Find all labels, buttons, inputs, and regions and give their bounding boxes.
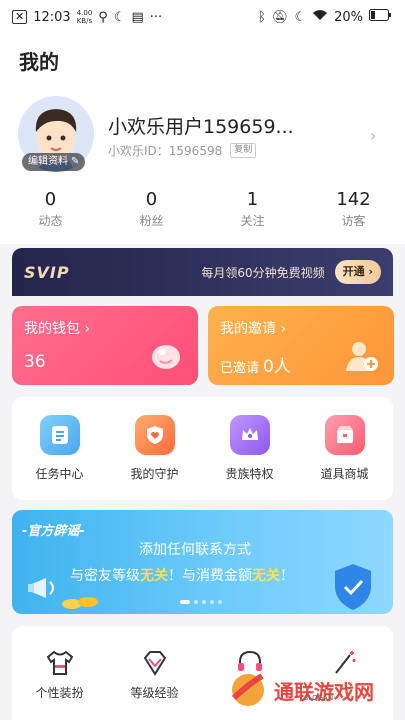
battery-percent: 20% [334, 9, 363, 25]
status-bar: ✕ 12:03 4.00 KB/s ⚲ ☾ ▤ ··· ᛒ 🔕︎ ☾ 20% [0, 0, 405, 34]
carousel-indicator [180, 600, 222, 604]
chevron-right-icon[interactable]: › [370, 126, 376, 145]
site-watermark: 通联游戏网 SLOGAN [226, 668, 374, 712]
invite-count: 0人 [263, 357, 291, 377]
stat-fans[interactable]: 0 粉丝 [101, 189, 202, 229]
carousel-dot[interactable] [210, 600, 214, 604]
usb-icon: ⚲ [98, 9, 108, 25]
tshirt-icon [12, 648, 107, 678]
banner-line-1: 添加任何联系方式 [139, 542, 251, 558]
stats-row: 0 动态 0 粉丝 1 关注 142 访客 [0, 189, 405, 229]
feature-level-exp[interactable]: 等级经验 [107, 648, 202, 720]
wifi-icon [312, 9, 328, 25]
page-title: 我的 [19, 50, 59, 74]
network-speed: 4.00 KB/s [76, 9, 93, 25]
bean-icon [148, 341, 184, 377]
profile-section: 我的 编辑资料 ✎ 小欢乐用户159659... 小欢乐ID：1596598 复… [0, 34, 405, 244]
more-icon: ··· [149, 9, 163, 25]
svip-open-button[interactable]: 开通 › [334, 260, 381, 284]
copy-button[interactable]: 复制 [230, 143, 257, 158]
feature-my-guard[interactable]: 我的守护 [107, 415, 202, 500]
wallet-title: 我的钱包 › [24, 321, 91, 337]
invite-card[interactable]: 我的邀请 › 已邀请 0人 [208, 306, 394, 385]
username: 小欢乐用户159659... [108, 116, 294, 138]
edit-profile-button[interactable]: 编辑资料 ✎ [22, 153, 86, 171]
feature-dress-up[interactable]: 个性装扮 [12, 648, 107, 720]
watermark-logo-icon [231, 673, 264, 706]
watermark-slogan: SLOGAN [304, 694, 334, 702]
carousel-dot[interactable] [218, 600, 222, 604]
banner-line-2: 与密友等级无关！与消费金额无关！ [70, 568, 294, 584]
shop-icon [324, 415, 365, 455]
invite-title: 我的邀请 › [220, 321, 287, 337]
user-id: 小欢乐ID：1596598 [108, 144, 223, 158]
moon-icon: ☾ [294, 9, 307, 25]
diamond-icon [107, 648, 202, 678]
svip-promo-text: 每月领60分钟免费视频 [201, 265, 325, 280]
svip-banner[interactable]: SVIP 每月领60分钟免费视频 开通 › [12, 248, 393, 296]
stat-visitors[interactable]: 142 访客 [303, 189, 404, 229]
task-icon [39, 415, 80, 455]
card-icon: ▤ [131, 9, 144, 25]
crown-icon [229, 415, 270, 455]
feature-grid: 任务中心 我的守护 贵族特权 道具商城 [12, 397, 393, 500]
carousel-dot[interactable] [180, 600, 190, 604]
stat-posts[interactable]: 0 动态 [0, 189, 101, 229]
coins-icon [60, 590, 100, 614]
mute-icon: 🔕︎ [271, 9, 289, 25]
svip-logo: SVIP [24, 262, 70, 282]
banner-tag: -官方辟谣- [22, 524, 85, 539]
official-notice-banner[interactable]: -官方辟谣- 添加任何联系方式 与密友等级无关！与消费金额无关！ [12, 510, 393, 614]
stat-following[interactable]: 1 关注 [202, 189, 303, 229]
pencil-icon: ✎ [71, 156, 80, 167]
battery-icon [369, 9, 391, 25]
guard-icon [134, 415, 175, 455]
status-time: 12:03 [33, 9, 71, 25]
app-notification-icon: ✕ [12, 10, 28, 24]
carousel-dot[interactable] [202, 600, 206, 604]
add-user-icon [344, 339, 380, 377]
wallet-card[interactable]: 我的钱包 › 36 [12, 306, 198, 385]
user-id-row: 小欢乐ID：1596598 复制 [108, 142, 257, 159]
feature-task-center[interactable]: 任务中心 [12, 415, 107, 500]
moon-icon: ☾ [113, 9, 126, 25]
shield-icon [331, 562, 375, 614]
carousel-dot[interactable] [194, 600, 198, 604]
feature-noble-privilege[interactable]: 贵族特权 [202, 415, 297, 500]
bluetooth-icon: ᛒ [258, 9, 266, 25]
feature-item-shop[interactable]: 道具商城 [297, 415, 392, 500]
